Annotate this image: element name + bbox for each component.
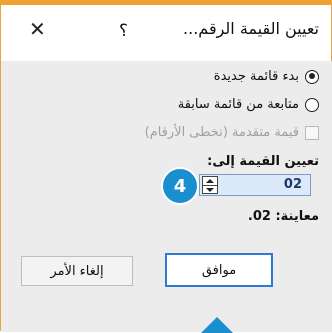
- cancel-button[interactable]: إلغاء الأمر: [21, 256, 133, 286]
- spin-down-button[interactable]: [203, 185, 217, 194]
- set-numbering-value-dialog: تعيين القيمة الرقم... ؟ ✕ بدء قائمة جديد…: [0, 0, 332, 333]
- spin-buttons[interactable]: [202, 176, 218, 194]
- close-icon[interactable]: ✕: [29, 19, 46, 39]
- option-new-list-label: بدء قائمة جديدة: [213, 69, 299, 84]
- dialog-title: تعيين القيمة الرقم...: [183, 19, 319, 38]
- title-bar: تعيين القيمة الرقم... ؟ ✕: [1, 5, 332, 55]
- ok-button[interactable]: موافق: [165, 253, 273, 287]
- option-continue-list[interactable]: متابعة من قائمة سابقة: [178, 97, 319, 112]
- radio-new-list[interactable]: [305, 69, 319, 84]
- radio-continue-list[interactable]: [305, 97, 319, 112]
- checkbox-advance-value: [305, 125, 319, 140]
- chevron-down-icon: [206, 188, 214, 192]
- option-advance-value-label: قيمة متقدمة (تخطى الأرقام): [144, 125, 299, 140]
- value-spin-box[interactable]: 02: [199, 174, 311, 196]
- preview-label: معاينة: 02.: [247, 209, 319, 224]
- option-new-list[interactable]: بدء قائمة جديدة: [214, 69, 319, 84]
- option-continue-list-label: متابعة من قائمة سابقة: [177, 97, 299, 112]
- set-value-label: تعيين القيمة إلى:: [207, 154, 319, 169]
- chevron-up-icon: [206, 179, 214, 183]
- value-field[interactable]: 02: [284, 177, 302, 192]
- spin-up-button[interactable]: [203, 177, 217, 185]
- set-value-label-row: تعيين القيمة إلى:: [207, 154, 319, 169]
- preview-row: معاينة: 02.: [248, 209, 319, 224]
- option-advance-value: قيمة متقدمة (تخطى الأرقام): [145, 125, 319, 140]
- step-badge: 4: [161, 167, 199, 205]
- help-icon[interactable]: ؟: [119, 21, 128, 41]
